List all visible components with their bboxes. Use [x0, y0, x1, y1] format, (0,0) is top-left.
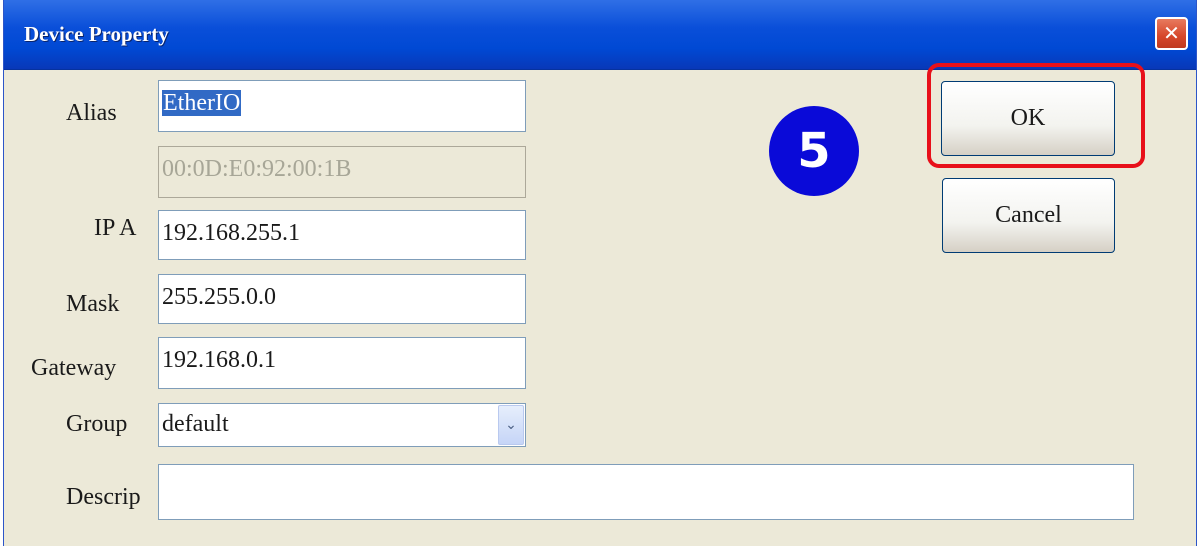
mac-address-value: 00:0D:E0:92:00:1B	[162, 156, 352, 182]
ip-address-field[interactable]: 192.168.255.1	[158, 210, 526, 260]
mask-field[interactable]: 255.255.0.0	[158, 274, 526, 324]
chevron-down-icon: ⌄	[505, 417, 517, 433]
gateway-field[interactable]: 192.168.0.1	[158, 337, 526, 389]
group-value: default	[162, 411, 229, 437]
device-property-dialog: Device Property ✕ Alias EtherIO 00:0D:E0…	[3, 0, 1197, 546]
description-label: Descrip	[66, 484, 141, 510]
ok-button[interactable]: OK	[941, 81, 1115, 156]
group-label: Group	[66, 411, 128, 437]
cancel-button[interactable]: Cancel	[942, 178, 1115, 253]
alias-field[interactable]: EtherIO	[158, 80, 526, 132]
description-field[interactable]	[158, 464, 1134, 520]
mac-address-field: 00:0D:E0:92:00:1B	[158, 146, 526, 198]
ip-address-value: 192.168.255.1	[162, 220, 300, 246]
group-select[interactable]: default ⌄	[158, 403, 526, 447]
mask-label: Mask	[66, 291, 120, 317]
alias-label: Alias	[66, 100, 117, 126]
close-button[interactable]: ✕	[1155, 17, 1188, 50]
alias-value: EtherIO	[162, 90, 242, 116]
step-number-badge: 5	[769, 106, 859, 196]
dropdown-button[interactable]: ⌄	[498, 405, 524, 445]
dialog-body: Alias EtherIO 00:0D:E0:92:00:1B IP A 192…	[4, 63, 1196, 546]
close-icon: ✕	[1163, 21, 1180, 45]
gateway-label: Gateway	[31, 355, 117, 381]
title-bar[interactable]: Device Property ✕	[4, 0, 1196, 70]
mask-value: 255.255.0.0	[162, 284, 276, 310]
window-title: Device Property	[24, 22, 169, 46]
ok-button-label: OK	[1010, 105, 1046, 131]
step-number: 5	[797, 123, 831, 179]
cancel-button-label: Cancel	[995, 202, 1062, 228]
gateway-value: 192.168.0.1	[162, 347, 276, 373]
ip-address-label: IP A	[94, 215, 137, 241]
